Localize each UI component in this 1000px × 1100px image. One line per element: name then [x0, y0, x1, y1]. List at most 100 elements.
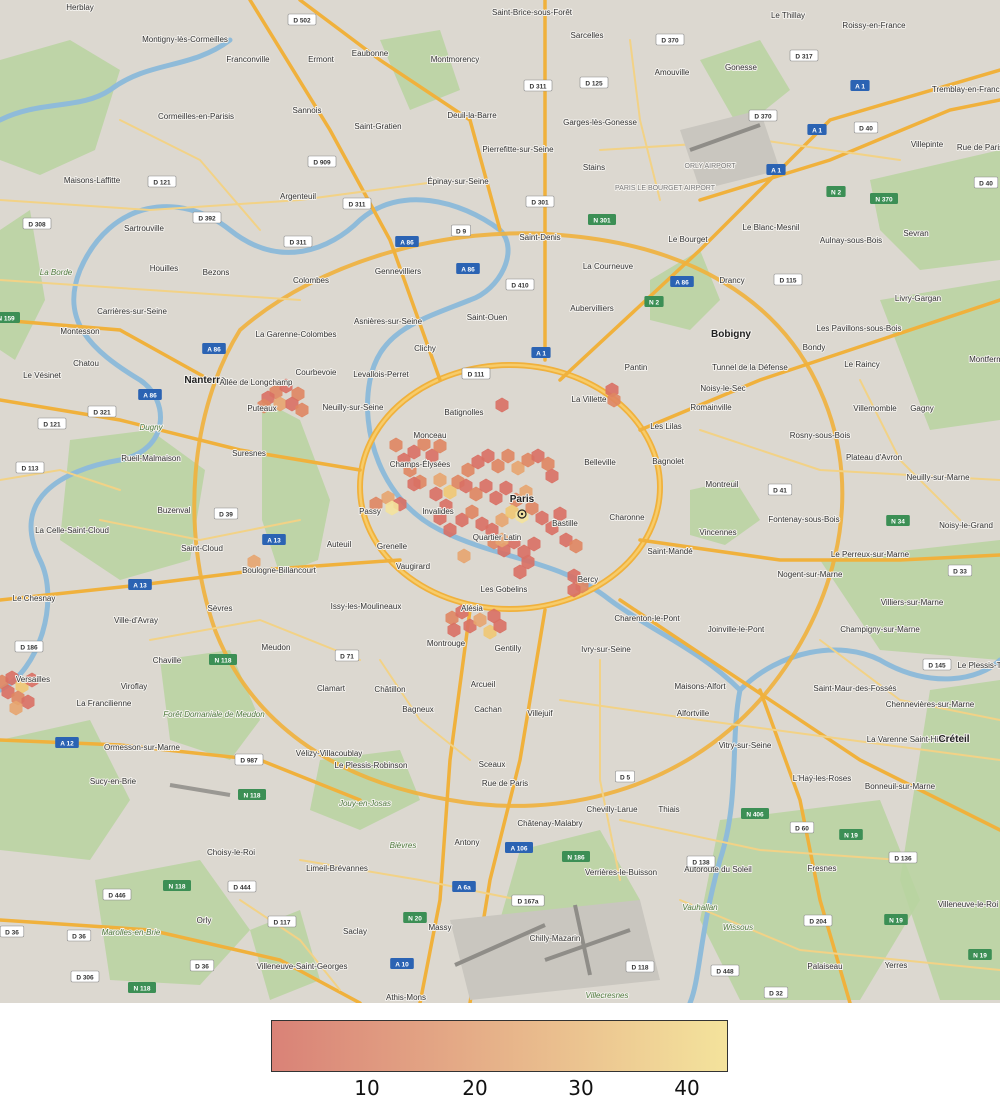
departmental-road-shield: D 71: [334, 649, 360, 662]
national-road-shield: N 301: [588, 214, 616, 225]
svg-text:N 2: N 2: [831, 189, 842, 196]
departmental-road-shield: D 121: [147, 175, 177, 188]
place-label: Roissy-en-France: [842, 21, 906, 30]
svg-text:D 113: D 113: [22, 465, 39, 472]
road: [119, 119, 261, 231]
departmental-road-shield: D 9: [451, 224, 471, 237]
place-label: Créteil: [938, 734, 969, 745]
place-label: Passy: [359, 507, 381, 516]
place-label: Clichy: [414, 344, 436, 353]
place-label: Épinay-sur-Seine: [427, 177, 489, 186]
departmental-road-shield: D 370: [748, 109, 778, 122]
colorbar-tick-30: 30: [568, 1076, 594, 1100]
place-label: Marolles-en-Brie: [102, 928, 161, 937]
place-label: Herblay: [66, 3, 94, 12]
place-label: La Villette: [572, 395, 608, 404]
departmental-road-shield: D 121: [37, 417, 67, 430]
place-label: Villeneuve-le-Roi: [938, 900, 999, 909]
place-label: Fresnes: [808, 864, 837, 873]
svg-text:N 2: N 2: [649, 299, 660, 306]
place-label: Les Lilas: [650, 422, 682, 431]
departmental-road-shield: D 306: [70, 970, 100, 983]
place-label: Pierrefitte-sur-Seine: [482, 145, 554, 154]
place-label: Deuil-la-Barre: [447, 111, 497, 120]
svg-text:A 1: A 1: [855, 83, 865, 90]
svg-text:D 308: D 308: [28, 221, 46, 228]
density-hex: [447, 622, 461, 638]
place-label: Versailles: [16, 675, 50, 684]
departmental-road-shield: D 321: [87, 405, 117, 418]
place-label: Puteaux: [247, 404, 276, 413]
svg-text:D 311: D 311: [530, 83, 547, 90]
place-label: Rue de Paris: [482, 779, 528, 788]
place-label: Villecresnes: [586, 991, 629, 1000]
road: [0, 279, 301, 301]
svg-text:D 317: D 317: [795, 53, 813, 60]
place-label: Alésia: [461, 604, 483, 613]
motorway-shield: A 1: [807, 124, 827, 135]
place-label: Montreuil: [706, 480, 739, 489]
departmental-road-shield: D 311: [283, 235, 313, 248]
place-label: Athis-Mons: [386, 993, 426, 1002]
place-label: Verrières-le-Buisson: [585, 868, 657, 877]
place-label: Joinville-le-Pont: [708, 625, 765, 634]
svg-text:D 410: D 410: [511, 282, 529, 289]
place-label: Champigny-sur-Marne: [840, 625, 920, 634]
park-area: [262, 400, 330, 575]
national-road-shield: N 118: [128, 982, 156, 993]
place-label: Neuilly-sur-Seine: [323, 403, 384, 412]
svg-text:D 71: D 71: [340, 653, 354, 660]
departmental-road-shield: D 987: [234, 753, 264, 766]
place-label: Argenteuil: [280, 192, 316, 201]
place-label: Rosny-sous-Bois: [790, 431, 850, 440]
departmental-road-shield: D 444: [227, 880, 257, 893]
place-label: Chilly-Mazarin: [530, 934, 581, 943]
place-label: Ville-d'Avray: [114, 616, 158, 625]
svg-text:D 39: D 39: [219, 511, 233, 518]
place-label: Meudon: [262, 643, 291, 652]
departmental-road-shield: D 502: [287, 13, 317, 26]
place-label: Antony: [455, 838, 480, 847]
place-label: Saint-Mandé: [647, 547, 693, 556]
departmental-road-shield: D 909: [307, 155, 337, 168]
departmental-road-shield: D 60: [789, 821, 815, 834]
place-label: Forêt Domaniale de Meudon: [163, 710, 265, 719]
motorway-shield: A 1: [766, 164, 786, 175]
departmental-road-shield: D 39: [213, 507, 239, 520]
svg-text:D 115: D 115: [780, 277, 797, 284]
svg-text:D 41: D 41: [773, 487, 787, 494]
place-label: Viroflay: [121, 682, 148, 691]
departmental-road-shield: D 204: [803, 914, 833, 927]
svg-text:N 118: N 118: [244, 792, 261, 799]
svg-text:N 19: N 19: [889, 917, 903, 924]
place-label: Asnières-sur-Seine: [354, 317, 423, 326]
departmental-road-shield: D 370: [655, 33, 685, 46]
place-label: Clamart: [317, 684, 346, 693]
motorway-shield: A 13: [128, 579, 152, 590]
svg-text:D 186: D 186: [20, 644, 38, 651]
place-label: Champs-Élysées: [390, 460, 450, 469]
svg-text:D 448: D 448: [716, 968, 734, 975]
place-label: Saint-Denis: [519, 233, 560, 242]
svg-text:A 13: A 13: [267, 537, 281, 544]
departmental-road-shield: D 36: [0, 925, 25, 938]
place-label: Nogent-sur-Marne: [778, 570, 843, 579]
svg-text:D 321: D 321: [93, 409, 111, 416]
svg-text:A 6a: A 6a: [457, 884, 471, 891]
svg-text:D 370: D 370: [754, 113, 772, 120]
svg-text:D 444: D 444: [233, 884, 251, 891]
place-label: Les Pavillons-sous-Bois: [817, 324, 902, 333]
place-label: Sucy-en-Brie: [90, 777, 137, 786]
place-label: ORLY AIRPORT: [685, 163, 737, 170]
place-label: Montmorency: [431, 55, 479, 64]
svg-text:A 13: A 13: [133, 582, 147, 589]
road: [149, 618, 361, 661]
map[interactable]: Herblay Montigny-lès-Cormeilles Franconvil…: [0, 0, 1000, 1003]
density-hex: [501, 448, 515, 464]
place-label: Carrières-sur-Seine: [97, 307, 167, 316]
place-label: Le Thillay: [771, 11, 805, 20]
place-label: Dugny: [139, 423, 163, 432]
svg-text:D 36: D 36: [72, 933, 86, 940]
place-label: Arcueil: [471, 680, 496, 689]
svg-text:D 9: D 9: [456, 228, 467, 235]
